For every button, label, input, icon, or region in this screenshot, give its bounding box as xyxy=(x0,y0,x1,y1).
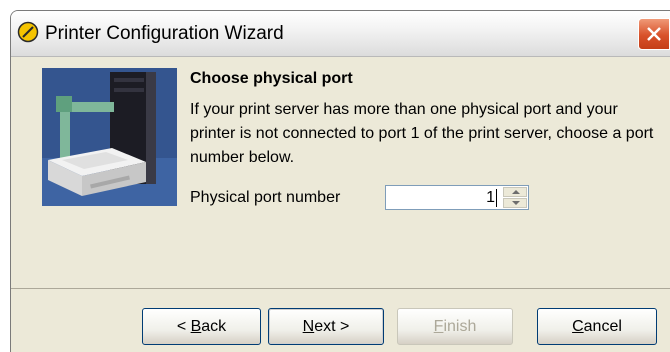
close-button[interactable] xyxy=(638,18,670,50)
next-button[interactable]: Next > xyxy=(268,308,384,345)
wizard-content: Choose physical port If your print serve… xyxy=(11,58,670,288)
spinner-down-button[interactable] xyxy=(503,198,527,208)
finish-button[interactable]: Finish xyxy=(397,308,513,345)
spinner-buttons xyxy=(503,187,527,208)
physical-port-value[interactable]: 1 xyxy=(486,189,495,207)
physical-port-label: Physical port number xyxy=(190,189,341,206)
page-heading: Choose physical port xyxy=(190,70,353,87)
cancel-button[interactable]: Cancel xyxy=(537,308,657,345)
printer-server-illustration xyxy=(42,68,177,206)
wizard-window: Printer Configuration Wizard Choose phys… xyxy=(10,10,670,352)
back-button[interactable]: < Back xyxy=(142,308,261,345)
window-title: Printer Configuration Wizard xyxy=(45,23,284,44)
title-bar[interactable]: Printer Configuration Wizard xyxy=(11,11,670,57)
spinner-up-button[interactable] xyxy=(503,187,527,197)
page-description: If your print server has more than one p… xyxy=(190,101,654,166)
text-caret xyxy=(496,189,497,207)
wizard-app-icon xyxy=(17,21,39,43)
button-bar: < Back Next > Finish Cancel xyxy=(11,291,670,352)
close-icon xyxy=(647,27,661,41)
physical-port-spinner[interactable]: 1 xyxy=(385,185,529,210)
